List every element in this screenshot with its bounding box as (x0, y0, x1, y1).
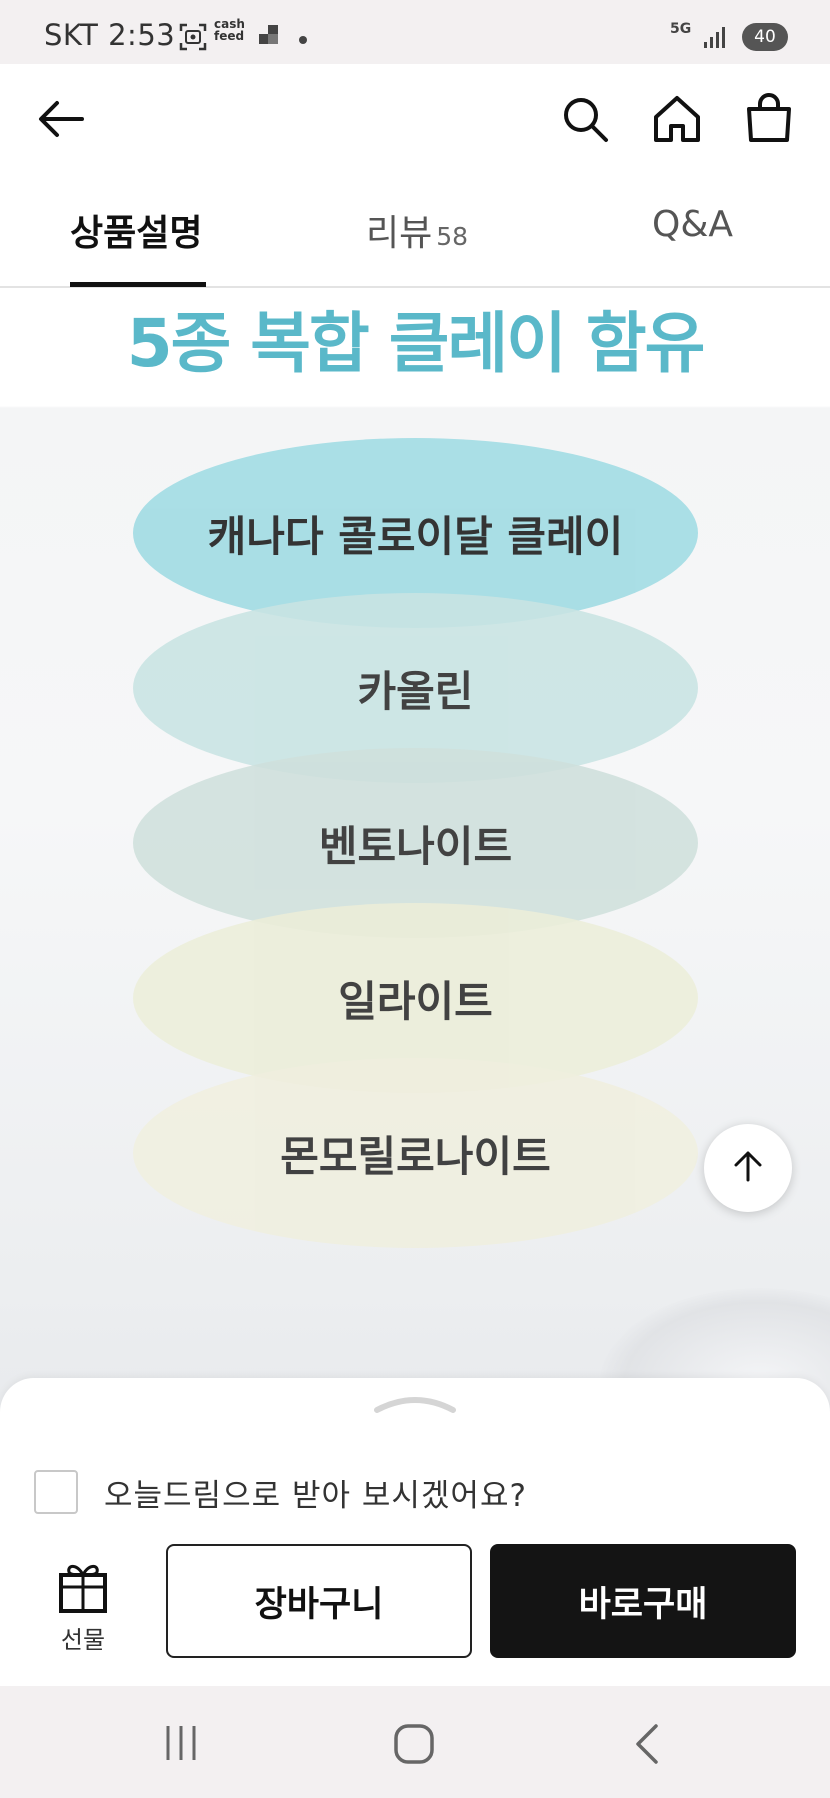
tab-description[interactable]: 상품설명 (70, 204, 202, 256)
recents-icon[interactable] (160, 1722, 202, 1764)
app-icon (256, 22, 282, 52)
arrow-up-icon (730, 1148, 766, 1188)
gift-button[interactable]: 선물 (52, 1560, 114, 1655)
shopping-bag-icon[interactable] (740, 90, 798, 148)
status-bar: SKT 2:53 cash feed 5G 40 (0, 0, 830, 64)
buy-now-button[interactable]: 바로구매 (490, 1544, 796, 1658)
clay-ellipse-montmorillonite: 몬모릴로나이트 (133, 1058, 698, 1248)
tab-qna[interactable]: Q&A (652, 204, 733, 245)
product-tabs: 상품설명 리뷰 58 Q&A (0, 174, 830, 288)
scroll-to-top-button[interactable] (704, 1124, 792, 1212)
android-navigation-bar (0, 1686, 830, 1798)
network-5g-icon: 5G (670, 21, 692, 37)
purchase-bottom-sheet: 오늘드림으로 받아 보시겠어요? 선물 장바구니 바로구매 (0, 1378, 830, 1686)
active-tab-indicator (70, 282, 206, 287)
gift-icon (58, 1564, 108, 1618)
status-time: SKT 2:53 (44, 18, 176, 52)
search-icon[interactable] (556, 90, 614, 148)
signal-icon (702, 24, 728, 54)
add-to-cart-button[interactable]: 장바구니 (166, 1544, 472, 1658)
dot-icon (298, 30, 308, 49)
tab-reviews-label: 리뷰 (366, 213, 433, 254)
back-arrow-icon[interactable] (32, 90, 90, 148)
gift-label: 선물 (60, 1626, 106, 1654)
product-description-content: 5종 복합 클레이 함유 캐나다 콜로이달 클레이 카올린 벤토나이트 일라이트… (0, 288, 830, 1478)
battery-indicator: 40 (742, 23, 788, 51)
top-navigation (0, 64, 830, 175)
review-count: 58 (436, 222, 469, 251)
back-chevron-icon[interactable] (628, 1722, 668, 1766)
clay-headline: 5종 복합 클레이 함유 (126, 305, 706, 382)
today-delivery-checkbox[interactable] (34, 1470, 78, 1514)
home-circle-icon[interactable] (392, 1722, 436, 1766)
screenshot-icon (178, 22, 208, 56)
cashfeed-icon: cash feed (214, 17, 245, 43)
home-icon[interactable] (648, 90, 706, 148)
today-delivery-label[interactable]: 오늘드림으로 받아 보시겠어요? (104, 1470, 527, 1515)
sheet-handle-chevron-up-icon[interactable] (374, 1392, 456, 1418)
tab-reviews[interactable]: 리뷰 58 (366, 204, 468, 256)
